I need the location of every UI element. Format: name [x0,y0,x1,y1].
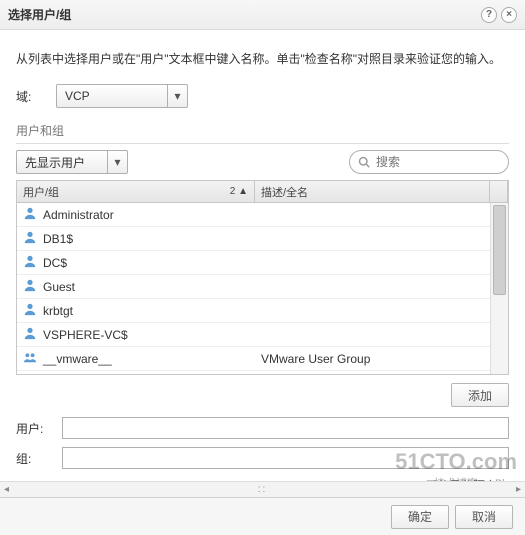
instruction-text: 从列表中选择用户或在"用户"文本框中键入名称。单击"检查名称"对照目录来验证您的… [16,50,509,68]
search-icon [358,156,370,168]
groups-input[interactable] [62,447,509,469]
row-name: __vmware__ [43,352,112,366]
search-input[interactable] [374,154,484,170]
row-name: DB1$ [43,232,73,246]
user-icon [23,302,43,319]
row-name: Administrator [43,208,114,222]
cancel-button[interactable]: 取消 [455,505,513,529]
group-icon [23,350,43,367]
table-row[interactable]: DC$ [17,251,490,275]
domain-label: 域: [16,88,56,105]
groups-field-label: 组: [16,450,62,467]
domain-value: VCP [57,85,167,107]
table-row[interactable]: Guest [17,275,490,299]
user-icon [23,206,43,223]
table-row[interactable]: __vmware__ VMware User Group [17,347,490,371]
chevron-down-icon: ▾ [167,85,187,107]
row-name: Guest [43,280,75,294]
close-button[interactable]: × [501,7,517,23]
help-button[interactable]: ? [481,7,497,23]
ok-button[interactable]: 确定 [391,505,449,529]
scrollbar-thumb[interactable] [493,205,506,295]
user-icon [23,278,43,295]
column-user-group[interactable]: 用户/组 2 ▲ [17,181,255,202]
row-desc: VMware User Group [255,352,490,366]
domain-select[interactable]: VCP ▾ [56,84,188,108]
table-row[interactable]: DB1$ [17,227,490,251]
user-icon [23,326,43,343]
add-button[interactable]: 添加 [451,383,509,407]
table-row[interactable]: krbtgt [17,299,490,323]
user-icon [23,254,43,271]
row-name: krbtgt [43,304,73,318]
users-groups-grid: 用户/组 2 ▲ 描述/全名 Administrator DB1$ DC$ Guest… [16,180,509,375]
row-name: VSPHERE-VC$ [43,328,128,342]
user-icon [23,230,43,247]
scroll-right-icon[interactable]: ▸ [516,484,521,495]
users-input[interactable] [62,417,509,439]
display-mode-select[interactable]: 先显示用户 ▾ [16,150,128,174]
users-field-label: 用户: [16,420,62,437]
vertical-scrollbar[interactable] [490,203,508,374]
dialog-title: 选择用户/组 [8,0,71,30]
chevron-down-icon: ▾ [107,151,127,173]
row-name: DC$ [43,256,67,270]
sort-indicator: 2 ▲ [230,186,248,197]
table-row[interactable]: VSPHERE-VC$ [17,323,490,347]
column-description[interactable]: 描述/全名 [255,181,490,202]
table-row[interactable]: Administrator [17,203,490,227]
display-mode-value: 先显示用户 [17,151,107,173]
search-box[interactable] [349,150,509,174]
horizontal-scrollbar[interactable]: ◂ :: ▸ [0,481,525,497]
users-groups-heading: 用户和组 [16,122,509,144]
